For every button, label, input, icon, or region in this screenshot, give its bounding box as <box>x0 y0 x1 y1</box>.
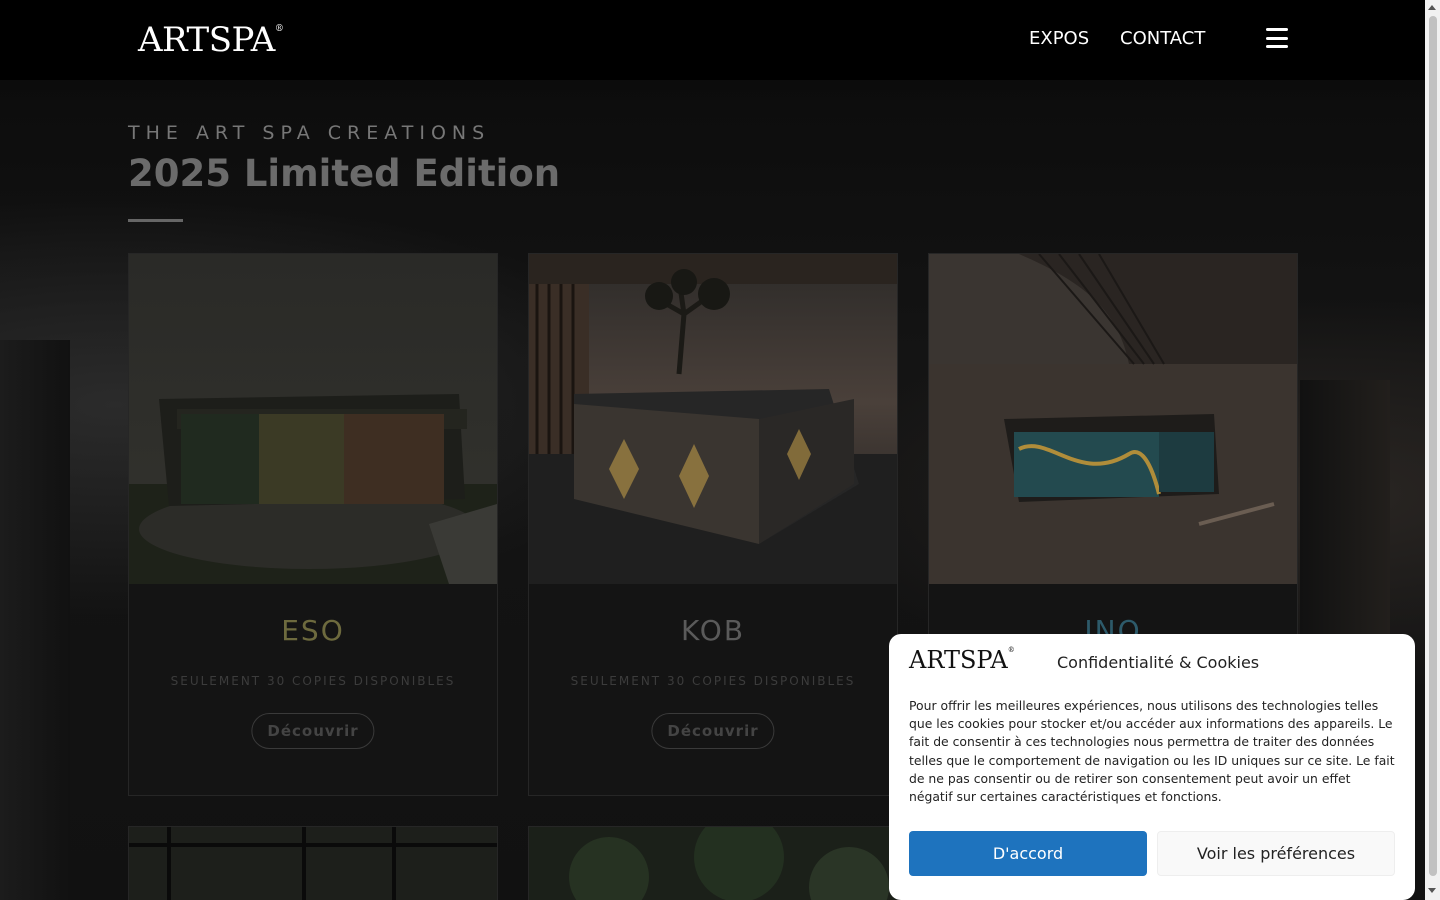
nav-contact[interactable]: CONTACT <box>1120 28 1205 49</box>
site-logo[interactable]: ARTSPA® <box>138 20 284 60</box>
product-card-kob: KOB SEULEMENT 30 COPIES DISPONIBLES Déco… <box>528 253 898 796</box>
product-card-row2-2[interactable] <box>528 826 898 900</box>
product-card-eso: ESO SEULEMENT 30 COPIES DISPONIBLES Déco… <box>128 253 498 796</box>
title-underline <box>128 219 183 222</box>
page-scrollbar[interactable] <box>1425 0 1440 900</box>
product-availability: SEULEMENT 30 COPIES DISPONIBLES <box>570 674 856 688</box>
cookie-text: Pour offrir les meilleures expériences, … <box>909 698 1395 805</box>
product-name: ESO <box>281 614 345 647</box>
discover-button-kob[interactable]: Découvrir <box>651 713 775 749</box>
discover-button-eso[interactable]: Découvrir <box>251 713 375 749</box>
background-wall-left <box>0 340 70 900</box>
product-availability: SEULEMENT 30 COPIES DISPONIBLES <box>170 674 456 688</box>
product-card-row2-1[interactable] <box>128 826 498 900</box>
section-eyebrow: THE ART SPA CREATIONS <box>128 122 491 144</box>
nav-expos[interactable]: EXPOS <box>1029 28 1089 49</box>
product-image-eso[interactable] <box>129 254 497 584</box>
cookie-logo: ARTSPA® <box>909 646 1015 674</box>
site-header: ARTSPA® EXPOS CONTACT <box>0 0 1425 80</box>
section-title: 2025 Limited Edition <box>128 152 561 195</box>
accept-button[interactable]: D'accord <box>909 831 1147 876</box>
product-image-ino[interactable] <box>929 254 1297 584</box>
scroll-down-icon[interactable] <box>1428 888 1436 893</box>
scroll-thumb[interactable] <box>1429 16 1437 876</box>
product-name: KOB <box>680 614 746 647</box>
product-image-kob[interactable] <box>529 254 897 584</box>
preferences-button[interactable]: Voir les préférences <box>1157 831 1395 876</box>
cookie-banner: ARTSPA® Confidentialité & Cookies Pour o… <box>889 634 1415 900</box>
cookie-title: Confidentialité & Cookies <box>1057 653 1260 672</box>
hamburger-icon[interactable] <box>1266 28 1288 48</box>
scroll-up-icon[interactable] <box>1428 5 1436 10</box>
